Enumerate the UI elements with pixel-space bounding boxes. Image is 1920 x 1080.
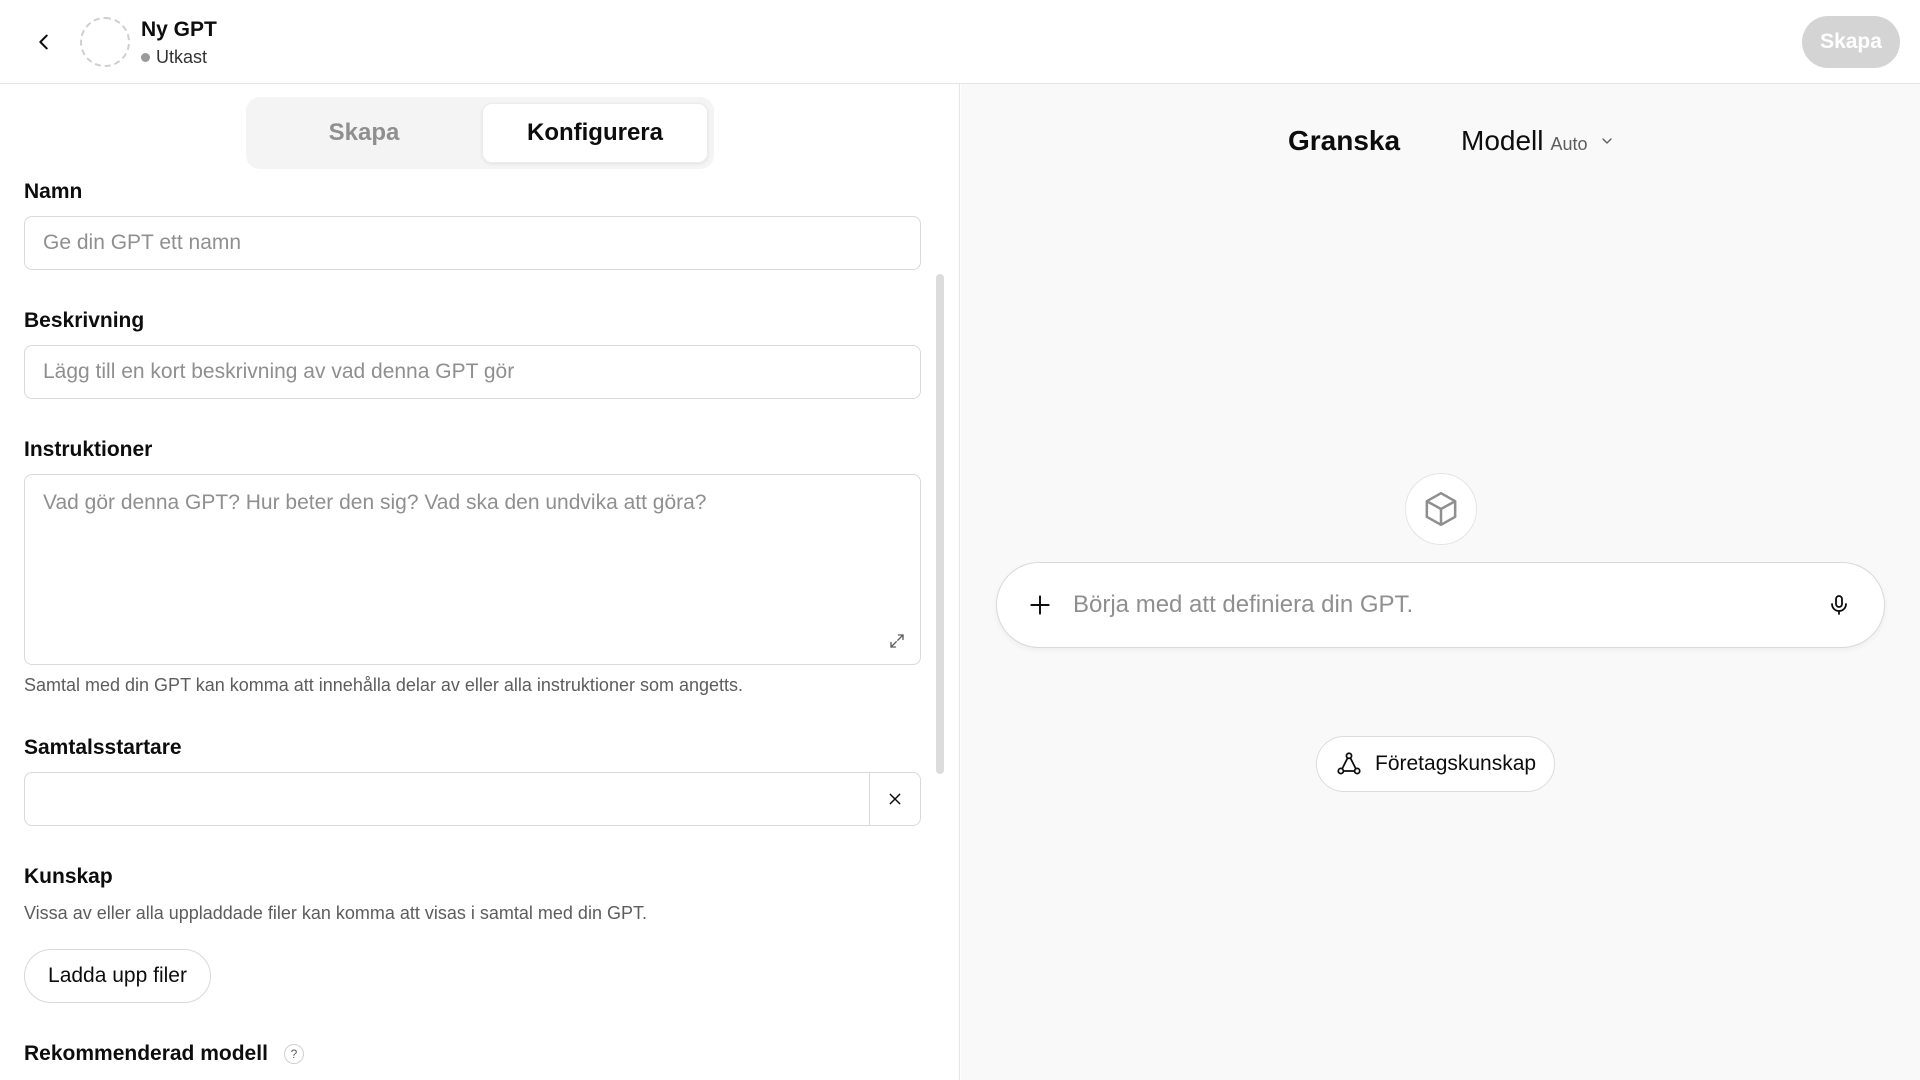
description-label: Beskrivning — [24, 309, 145, 332]
conversation-starters-label: Samtalsstartare — [24, 736, 182, 759]
remove-starter-button[interactable] — [869, 773, 920, 825]
gpt-status: Utkast — [141, 47, 207, 68]
top-header: Ny GPT Utkast Skapa — [0, 0, 1920, 84]
model-label: Modell — [1461, 125, 1544, 156]
tab-configure[interactable]: Konfigurera — [482, 103, 708, 163]
model-selector[interactable]: Modell Auto — [1461, 125, 1615, 157]
company-knowledge-button[interactable]: Företagskunskap — [1316, 736, 1556, 792]
gpt-placeholder-avatar — [1405, 473, 1477, 545]
close-icon — [889, 793, 901, 805]
help-icon[interactable]: ? — [283, 1044, 304, 1064]
instructions-label: Instruktioner — [24, 438, 153, 461]
conversation-starter-row — [24, 772, 921, 826]
gpt-avatar-placeholder[interactable] — [80, 17, 130, 67]
configure-panel: Skapa Konfigurera Namn Beskrivning Instr… — [0, 84, 960, 1080]
chevron-down-icon — [1601, 138, 1612, 144]
model-value: Auto — [1550, 134, 1588, 154]
create-button[interactable]: Skapa — [1802, 16, 1900, 68]
preview-title: Granska — [1288, 125, 1401, 156]
conversation-starter-input[interactable] — [25, 773, 869, 825]
plus-icon — [1030, 595, 1050, 615]
back-button[interactable] — [28, 26, 60, 58]
microphone-icon — [1831, 595, 1847, 615]
scrollbar-thumb[interactable] — [936, 274, 944, 774]
status-dot-icon — [141, 53, 150, 62]
preview-composer — [996, 562, 1885, 648]
mode-tabs: Skapa Konfigurera — [246, 97, 714, 169]
expand-icon[interactable] — [886, 630, 908, 652]
knowledge-helper: Vissa av eller alla uppladdade filer kan… — [24, 903, 647, 923]
gpt-name: Ny GPT — [141, 18, 217, 41]
instructions-helper: Samtal med din GPT kan komma att innehål… — [24, 675, 744, 695]
cube-icon — [1425, 491, 1457, 527]
status-text: Utkast — [156, 47, 208, 67]
tab-create[interactable]: Skapa — [252, 103, 476, 163]
recommended-model-label: Rekommenderad modell ? — [24, 1042, 304, 1066]
knowledge-label: Kunskap — [24, 865, 113, 888]
preview-message-input[interactable] — [1073, 591, 1822, 619]
description-input[interactable] — [24, 345, 921, 399]
voice-input-button[interactable] — [1822, 588, 1856, 622]
knowledge-graph-icon — [1337, 752, 1361, 775]
recommended-model-text: Rekommenderad modell — [24, 1042, 268, 1065]
preview-panel: Granska Modell Auto Företagskunskap — [961, 84, 1920, 1080]
app-root: Ny GPT Utkast Skapa Skapa Konfigurera Na… — [0, 0, 1920, 1080]
instructions-field — [24, 474, 921, 665]
attach-button[interactable] — [1023, 588, 1057, 622]
chevron-left-icon — [39, 34, 48, 50]
name-label: Namn — [24, 180, 83, 203]
company-knowledge-label: Företagskunskap — [1375, 752, 1537, 775]
upload-files-button[interactable]: Ladda upp filer — [24, 949, 211, 1003]
name-input[interactable] — [24, 216, 921, 270]
instructions-textarea[interactable] — [25, 475, 920, 664]
